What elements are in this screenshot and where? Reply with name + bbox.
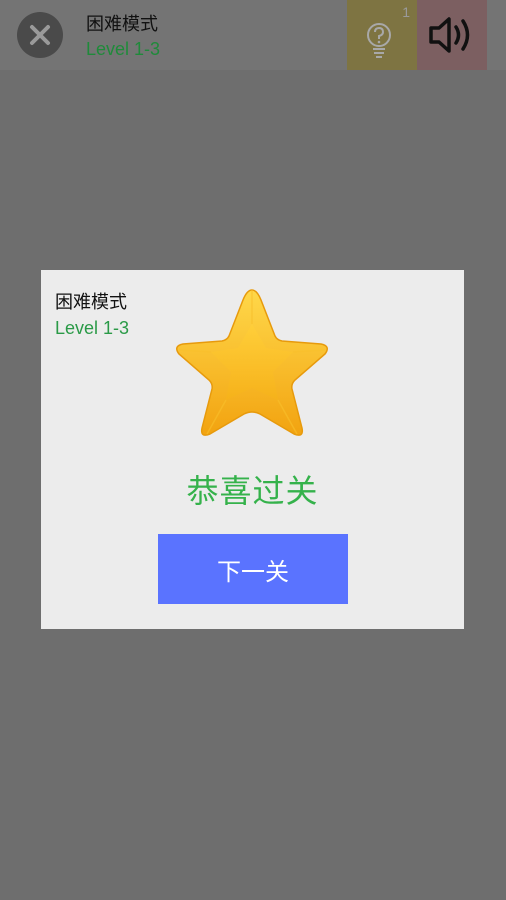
- congrats-message: 恭喜过关: [186, 472, 319, 510]
- level-complete-dialog: 困难模式 Level 1-3 恭喜过关 下一关: [41, 270, 464, 629]
- dialog-mode-title: 困难模式: [55, 292, 127, 313]
- dialog-level-label: Level 1-3: [55, 318, 130, 338]
- sound-button[interactable]: [417, 0, 487, 70]
- next-level-button[interactable]: 下一关: [158, 534, 348, 604]
- speaker-icon: [429, 17, 470, 53]
- lightbulb-question-icon: [367, 23, 391, 58]
- top-bar: 困难模式 Level 1-3 1: [0, 0, 506, 70]
- hint-count: 1: [402, 4, 410, 20]
- level-label: Level 1-3: [86, 39, 161, 59]
- hint-button[interactable]: 1: [347, 0, 417, 70]
- close-icon: [30, 25, 50, 45]
- mode-title: 困难模式: [86, 14, 158, 35]
- close-button[interactable]: [17, 12, 63, 58]
- game-screen: 困难模式 Level 1-3 1 困难模式 Level 1-3 恭喜过关 下一关: [0, 0, 506, 900]
- star-icon: [176, 289, 328, 436]
